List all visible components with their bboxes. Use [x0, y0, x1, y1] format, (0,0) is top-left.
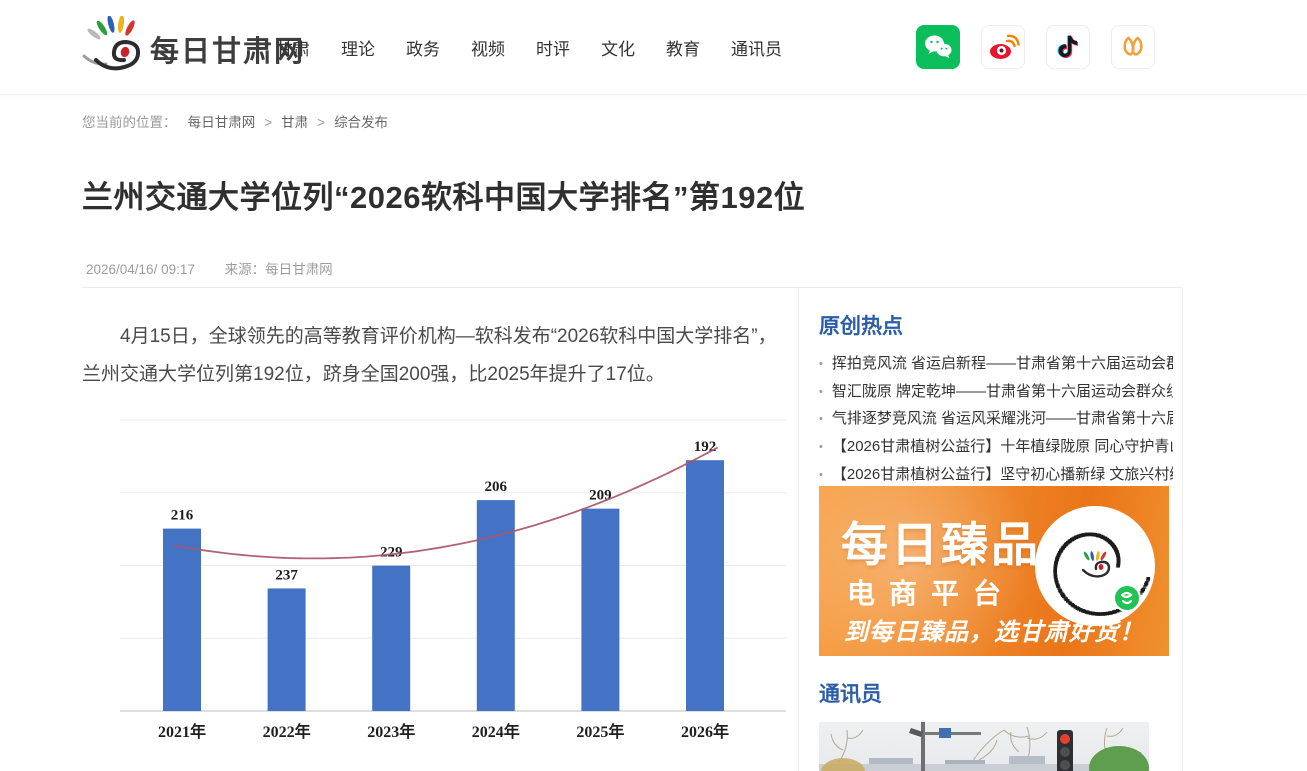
weibo-icon[interactable]: [981, 25, 1025, 69]
wechat-icon[interactable]: [916, 25, 960, 69]
chart-category-label: 2024年: [472, 722, 520, 741]
nav-item-政务[interactable]: 政务: [406, 35, 440, 60]
hot-section-title: 原创热点: [819, 310, 903, 340]
nav-item-甘肃[interactable]: 甘肃: [276, 35, 310, 60]
nav-item-视频[interactable]: 视频: [471, 35, 505, 60]
chart-category-label: 2021年: [158, 722, 206, 741]
chart-value-label: 192: [694, 439, 717, 455]
chart-category-label: 2025年: [576, 722, 624, 741]
hot-list-item[interactable]: 气排逐梦竞风流 省运风采耀洮河——甘肃省第十六届: [819, 405, 1173, 433]
chart-category-label: 2023年: [367, 722, 415, 741]
article-paragraph: 4月15日，全球领先的高等教育评价机构—软科发布“2026软科中国大学排名”， …: [82, 318, 784, 394]
chart-value-label: 206: [485, 479, 508, 495]
chart-category-label: 2022年: [263, 722, 311, 741]
breadcrumb-prefix: 您当前的位置：: [82, 115, 177, 130]
article-date: 2026/04/16/ 09:17: [86, 262, 195, 277]
chart-bar: [268, 588, 306, 711]
chart-value-label: 209: [589, 488, 612, 504]
chart-value-label: 216: [171, 508, 194, 524]
qr-code-icon: [1035, 506, 1155, 626]
chart-bar: [686, 460, 724, 711]
chart-category-label: 2026年: [681, 722, 729, 741]
chart-bar: [372, 566, 410, 711]
hot-list: 挥拍竞风流 省运启新程——甘肃省第十六届运动会群智汇陇原 牌定乾坤——甘肃省第十…: [819, 350, 1173, 488]
nav-item-理论[interactable]: 理论: [341, 35, 375, 60]
correspondent-section-title: 通讯员: [819, 678, 882, 708]
page-title: 兰州交通大学位列“2026软科中国大学排名”第192位: [82, 172, 1082, 217]
article-source: 每日甘肃网: [265, 262, 333, 277]
breadcrumb-link-每日甘肃网[interactable]: 每日甘肃网: [188, 115, 256, 130]
douyin-icon[interactable]: [1046, 25, 1090, 69]
banner-title: 每日臻品: [841, 506, 1041, 575]
breadcrumb-link-甘肃[interactable]: 甘肃: [281, 115, 308, 130]
hot-list-item[interactable]: 【2026甘肃植树公益行】坚守初心播新绿 文旅兴村绘: [819, 461, 1173, 489]
social-links: [916, 25, 1155, 69]
banner-subtitle: 电商平台: [847, 572, 1015, 612]
nav-item-文化[interactable]: 文化: [601, 35, 635, 60]
nav-item-通讯员[interactable]: 通讯员: [731, 35, 782, 60]
nav-item-时评[interactable]: 时评: [536, 35, 570, 60]
site-header: 每日甘肃网 甘肃 理论 政务 视频 时评 文化 教育 通讯员: [0, 0, 1307, 95]
ecommerce-banner[interactable]: 每日臻品 电商平台 到每日臻品，选甘肃好货！: [819, 486, 1169, 656]
breadcrumb-separator: >: [264, 115, 272, 130]
breadcrumb: 您当前的位置： 每日甘肃网 > 甘肃 > 综合发布: [82, 111, 388, 131]
main-nav: 甘肃 理论 政务 视频 时评 文化 教育 通讯员: [276, 0, 782, 95]
chart-bar: [581, 509, 619, 711]
breadcrumb-link-综合发布[interactable]: 综合发布: [334, 115, 388, 130]
hot-list-item[interactable]: 挥拍竞风流 省运启新程——甘肃省第十六届运动会群: [819, 350, 1173, 378]
wechat-pay-icon: [1114, 585, 1140, 611]
nav-item-教育[interactable]: 教育: [666, 35, 700, 60]
hot-list-item[interactable]: 【2026甘肃植树公益行】十年植绿陇原 同心守护青山: [819, 433, 1173, 461]
correspondent-photo[interactable]: [819, 722, 1149, 771]
chart-value-label: 237: [275, 567, 298, 583]
sidebar: 原创热点 挥拍竞风流 省运启新程——甘肃省第十六届运动会群智汇陇原 牌定乾坤——…: [798, 288, 1183, 771]
trend-line: [174, 448, 718, 559]
article-meta: 2026/04/16/ 09:17 来源：每日甘肃网: [86, 258, 333, 278]
site-logo[interactable]: 每日甘肃网: [82, 16, 305, 81]
breadcrumb-separator: >: [317, 115, 325, 130]
chart-bar: [163, 529, 201, 711]
ranking-chart: 2162021年2372022年2292023年2062024年2092025年…: [112, 415, 792, 755]
traffic-light: [1057, 730, 1073, 771]
wechat-channels-icon[interactable]: [1111, 25, 1155, 69]
source-label: 来源：: [225, 262, 266, 277]
logo-eye-icon: [82, 16, 146, 81]
hot-list-item[interactable]: 智汇陇原 牌定乾坤——甘肃省第十六届运动会群众组: [819, 378, 1173, 406]
